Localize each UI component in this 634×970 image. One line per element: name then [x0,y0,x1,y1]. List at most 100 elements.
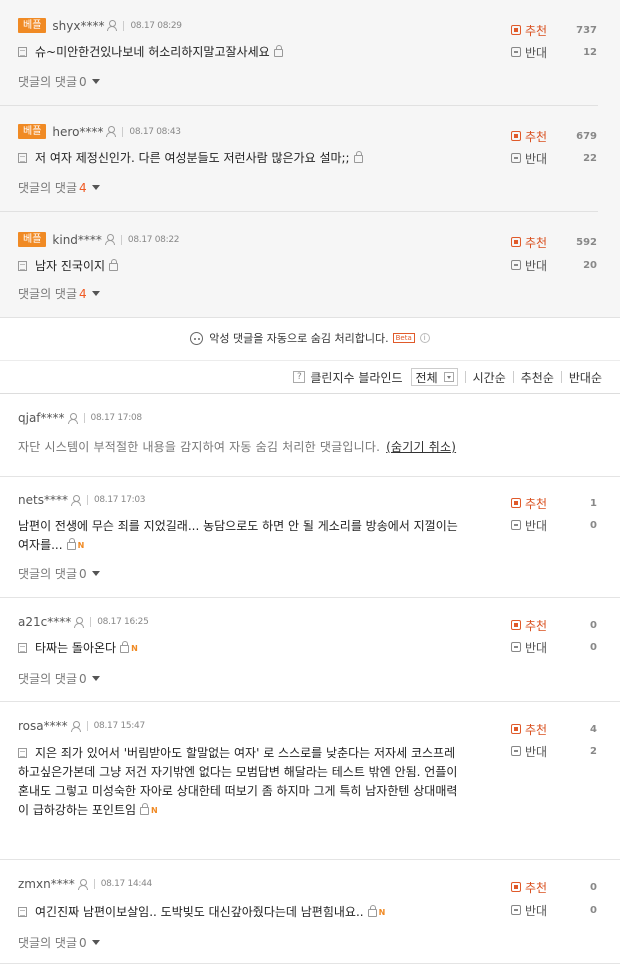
nickname[interactable]: shyx**** [52,19,104,33]
recommend-button[interactable]: 추천 679 [511,126,601,146]
chevron-down-icon [91,291,100,296]
thumbs-down-icon [511,153,521,163]
divider [464,371,466,383]
divider [560,371,562,383]
oppose-button[interactable]: 반대 0 [511,515,601,535]
lock-icon [120,641,130,653]
comment-date: 08.17 15:47 [93,721,146,731]
reply-toggle[interactable]: 댓글의 댓글 0 [18,934,100,951]
comment-text: 남자 진국이지 [18,257,119,276]
thumbs-down-icon [511,642,521,652]
recommend-button[interactable]: 추천 737 [511,20,601,40]
reply-count: 0 [79,566,87,581]
divider [512,371,514,383]
comment-page: 베플 shyx**** 08.17 08:29 슈~미안한건있나보네 허소리하지… [0,0,620,964]
user-icon[interactable] [67,412,78,424]
best-badge: 베플 [18,18,47,33]
lock-icon [273,45,283,57]
chevron-down-icon [91,676,100,681]
chevron-down-icon [91,79,100,84]
comment-meta: zmxn**** 08.17 14:44 [18,877,152,891]
sort-oppose[interactable]: 반대순 [569,369,602,386]
lock-icon [66,538,76,550]
reply-count: 0 [79,935,87,950]
lock-icon [353,151,363,163]
notice-text: 악성 댓글을 자동으로 숨김 처리합니다. [209,332,389,345]
hidden-message: 자단 시스템이 부적절한 내용을 감지하여 자동 숨김 처리한 댓글입니다. [18,440,381,454]
comment-date: 08.17 17:08 [90,413,143,423]
lock-icon [109,259,119,271]
robot-icon [190,331,204,345]
nickname[interactable]: kind**** [52,233,102,247]
oppose-button[interactable]: 반대 22 [511,148,601,168]
divider [86,495,88,505]
thumbs-up-icon [511,882,521,892]
unhide-link[interactable]: (숨기기 취소) [386,440,456,454]
thumbs-up-icon [511,25,521,35]
oppose-button[interactable]: 반대 12 [511,42,601,62]
nickname[interactable]: a21c**** [18,615,71,629]
best-comment: 베플 hero**** 08.17 08:43 저 여자 제정신인가. 다른 여… [0,106,598,212]
oppose-label: 반대 [525,903,548,918]
recommend-button[interactable]: 추천 0 [511,877,601,897]
reply-toggle[interactable]: 댓글의 댓글 0 [18,670,100,687]
comment: rosa**** 08.17 15:47 지은 죄가 있어서 '버림받아도 할말… [0,702,620,860]
best-badge: 베플 [18,232,47,247]
recommend-label: 추천 [525,129,548,144]
reply-count: 4 [79,286,87,301]
oppose-count: 0 [590,904,597,916]
reply-toggle[interactable]: 댓글의 댓글 0 [18,73,100,90]
comment-meta: 베플 shyx**** 08.17 08:29 [18,18,182,33]
nickname[interactable]: hero**** [52,125,103,139]
oppose-count: 22 [583,152,597,164]
user-icon[interactable] [77,878,88,890]
recommend-button[interactable]: 추천 1 [511,493,601,513]
lock-icon [140,803,150,815]
info-icon[interactable]: i [419,333,430,343]
user-icon[interactable] [106,126,117,137]
reply-toggle[interactable]: 댓글의 댓글 4 [18,285,100,302]
nickname[interactable]: rosa**** [18,719,68,733]
nickname[interactable]: nets**** [18,493,68,507]
oppose-label: 반대 [525,45,548,60]
thumbs-up-icon [511,498,521,508]
recommend-button[interactable]: 추천 592 [511,232,601,252]
oppose-button[interactable]: 반대 0 [511,637,601,657]
oppose-label: 반대 [525,640,548,655]
recommend-button[interactable]: 추천 0 [511,615,601,635]
comment: nets**** 08.17 17:03 남편이 전생에 무슨 죄를 지었길래.… [0,477,620,598]
reply-label: 댓글의 댓글 [18,287,78,301]
user-icon[interactable] [74,616,85,628]
clean-index-blind-label: 클린지수 블라인드 [310,370,403,385]
oppose-button[interactable]: 반대 0 [511,900,601,920]
oppose-button[interactable]: 반대 2 [511,741,601,761]
recommend-button[interactable]: 추천 4 [511,719,601,739]
nickname[interactable]: qjaf**** [18,411,65,425]
recommend-count: 0 [590,881,597,893]
oppose-button[interactable]: 반대 20 [511,255,601,275]
chevron-down-icon [443,372,454,382]
reply-toggle[interactable]: 댓글의 댓글 4 [18,179,100,196]
reply-label: 댓글의 댓글 [18,75,78,89]
help-icon[interactable]: ? [293,371,306,383]
sort-time[interactable]: 시간순 [473,369,506,386]
comment-line: 혼내도 그렇고 미성숙한 자아로 상대한테 떠보기 좀 하지마 그게 특히 남자… [18,784,458,798]
user-icon[interactable] [70,494,81,506]
comment-date: 08.17 08:29 [130,20,182,31]
divider [93,879,95,889]
nickname[interactable]: zmxn**** [18,877,75,891]
sort-recommend[interactable]: 추천순 [521,369,554,386]
best-comment: 베플 kind**** 08.17 08:22 남자 진국이지 댓글의 댓글 4… [0,212,598,318]
filter-select[interactable]: 전체 [410,368,458,386]
comment-line-last: 이 급하강하는 포인트임 N [18,801,498,820]
new-icon: N [151,806,158,815]
thumbs-down-icon [511,520,521,530]
user-icon[interactable] [70,720,81,732]
oppose-label: 반대 [525,151,548,166]
auto-hide-notice: 악성 댓글을 자동으로 숨김 처리합니다. Beta i [0,322,620,354]
reply-toggle[interactable]: 댓글의 댓글 0 [18,565,100,582]
beta-badge: Beta [392,333,415,343]
comment-text: 타짜는 돌아온다 N [18,639,138,658]
user-icon[interactable] [104,234,115,245]
user-icon[interactable] [107,20,118,31]
